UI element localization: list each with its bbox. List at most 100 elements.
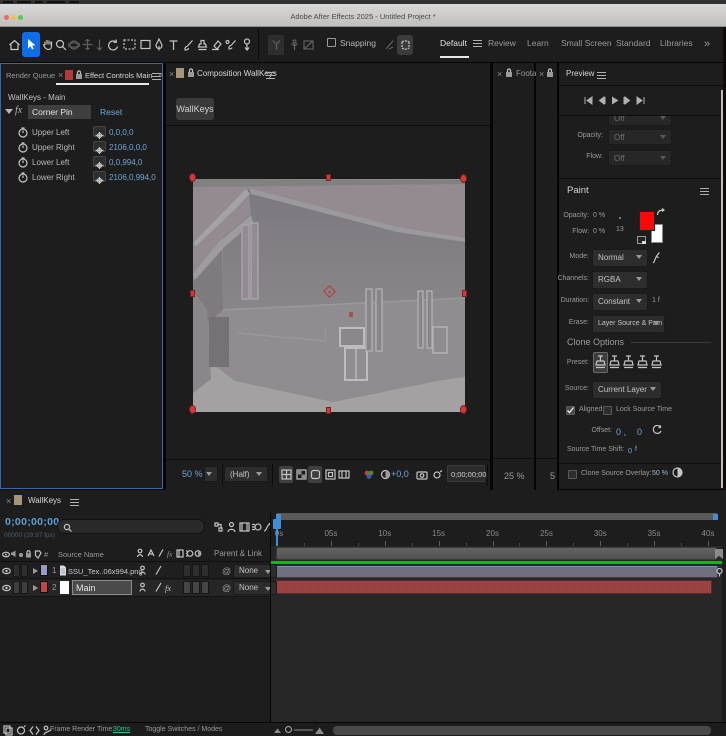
source-name-column[interactable]: Source Name (58, 550, 104, 559)
composition-viewer[interactable] (166, 125, 490, 459)
layer-color-swatch[interactable] (40, 581, 48, 593)
layer-bar-1[interactable] (276, 566, 718, 578)
zoom-out-mountain-icon[interactable] (273, 727, 282, 734)
brush-dynamics-cut-dropdown[interactable]: Off (608, 116, 672, 126)
tab-effect-controls[interactable]: Effect Controls Main (85, 71, 152, 80)
selection-tool[interactable] (22, 32, 40, 57)
paint-mode-dropdown[interactable]: Normal (592, 249, 648, 267)
edge-handle-right[interactable] (462, 290, 467, 297)
workspace-menu-icon[interactable] (473, 40, 482, 47)
offset-y-value[interactable]: 0 (637, 427, 642, 437)
mask-visibility-icon[interactable] (397, 35, 413, 55)
panel-menu-icon[interactable] (597, 72, 606, 79)
layer-name-field[interactable]: Main (72, 580, 132, 595)
paint-opacity-value[interactable]: 0 % (593, 212, 605, 219)
layer-expander-icon[interactable] (33, 585, 38, 591)
rotation-tool[interactable] (106, 32, 121, 57)
edge-handle-top[interactable] (326, 174, 331, 181)
effect-expander-icon[interactable] (5, 109, 13, 114)
play-button[interactable] (609, 94, 620, 106)
workspace-tab-standard[interactable]: Standard (616, 38, 651, 48)
camera-tool[interactable] (121, 32, 137, 57)
layer-quality-icon[interactable] (155, 565, 162, 576)
timeline-zoom-slider-knob[interactable] (285, 726, 292, 733)
exposure-reset-icon[interactable] (378, 466, 392, 483)
timeline-zoom-slider-track[interactable] (294, 729, 313, 731)
close-panel-icon[interactable]: × (169, 69, 174, 79)
close-panel-icon[interactable]: × (539, 69, 544, 79)
close-panel-icon[interactable]: × (6, 496, 11, 506)
panel-menu-icon[interactable] (700, 188, 709, 195)
crosshair-button[interactable] (93, 156, 106, 169)
property-value[interactable]: 2106,0,0,0 (109, 143, 147, 152)
more-workspaces-button[interactable]: » (704, 38, 710, 50)
snapping-checkbox[interactable] (327, 38, 336, 47)
render-queue-status-icon[interactable] (3, 725, 13, 736)
paint-duration-frames[interactable]: 1 f (652, 297, 660, 304)
rectangle-tool[interactable] (138, 32, 152, 57)
stopwatch-icon[interactable] (18, 172, 28, 183)
channels-icon[interactable] (362, 466, 376, 483)
paint-channels-dropdown[interactable]: RGBA (592, 271, 648, 289)
roto-brush-tool[interactable] (223, 32, 238, 57)
offset-x-value[interactable]: 0 , (616, 427, 626, 437)
workspace-tab-learn[interactable]: Learn (527, 38, 549, 48)
clone-preset-icon[interactable] (623, 354, 634, 370)
layer-row-2[interactable]: 2 Main fx @ None (0, 580, 277, 597)
zoom-dropdown-button[interactable] (204, 466, 218, 482)
swap-colors-icon[interactable] (656, 208, 666, 217)
clone-source-overlay-value[interactable]: 50 % (652, 470, 668, 477)
effect-name-box[interactable]: Corner Pin (28, 105, 91, 119)
panel-menu-icon[interactable] (70, 499, 79, 506)
timeline-horizontal-scrollbar[interactable] (333, 726, 711, 735)
corner-pin-handle-upper-left[interactable] (189, 173, 196, 182)
clone-preset-icon[interactable] (609, 354, 620, 370)
mask-visibility-icon[interactable] (308, 466, 322, 483)
clone-preset-icon[interactable] (651, 354, 662, 370)
workspace-tab-small-screen[interactable]: Small Screen (561, 38, 612, 48)
exposure-value[interactable]: +0,0 (391, 469, 409, 479)
effect-reset-button[interactable]: Reset (100, 107, 122, 117)
pixel-aspect-icon[interactable] (337, 466, 351, 483)
paint-duration-dropdown[interactable]: Constant (592, 293, 648, 311)
panel-menu-icon[interactable] (266, 72, 275, 79)
layer-row-1[interactable]: 1 SSU_Tex..06x994.png @ None (0, 563, 277, 579)
layer-shy-icon[interactable] (138, 565, 147, 576)
lock-source-time-checkbox[interactable] (603, 406, 612, 415)
eyedropper-icon[interactable] (652, 251, 661, 264)
flow-dynamics-dropdown[interactable]: Off (608, 150, 672, 166)
pen-tool[interactable] (152, 32, 166, 57)
toggle-switches-modes-button[interactable]: Toggle Switches / Modes (145, 726, 222, 733)
property-value[interactable]: 0,0,0,0 (109, 128, 133, 137)
close-panel-icon[interactable]: × (497, 69, 502, 79)
workspace-tab-libraries[interactable]: Libraries (660, 38, 693, 48)
dolly-camera-tool[interactable] (93, 32, 106, 57)
time-navigator-bar[interactable] (276, 513, 718, 520)
pin-icon[interactable] (715, 567, 724, 577)
layer-bar-2[interactable] (276, 580, 712, 594)
pickwhip-icon[interactable]: @ (222, 583, 231, 593)
overlay-mode-icon[interactable] (672, 467, 683, 478)
crosshair-button[interactable] (93, 171, 106, 184)
expressions-status-icon[interactable] (29, 725, 40, 736)
workspace-tab-default[interactable]: Default (440, 38, 467, 48)
snapshot-icon[interactable] (415, 466, 429, 483)
comp-timecode[interactable]: 0;00;00;00 (447, 465, 486, 482)
layer-shy-icon[interactable] (138, 582, 147, 593)
pen-person-icon[interactable] (381, 35, 397, 55)
home-tool[interactable] (5, 32, 23, 57)
orbit-camera-tool[interactable] (66, 32, 81, 57)
default-colors-icon[interactable] (637, 236, 646, 244)
last-frame-button[interactable] (635, 94, 646, 106)
clone-source-dropdown[interactable]: Current Layer (592, 381, 662, 399)
work-area-bar[interactable] (276, 547, 717, 560)
corner-pin-handle-lower-right[interactable] (460, 405, 467, 414)
transparency-grid-icon[interactable] (294, 466, 308, 483)
opacity-dynamics-dropdown[interactable]: Off (608, 129, 672, 145)
zoom-level-value[interactable]: 50 % (182, 469, 203, 479)
property-value[interactable]: 2106,0,994,0 (109, 173, 156, 182)
crosshair-button[interactable] (93, 126, 106, 139)
axis-mode-view-icon[interactable] (301, 35, 317, 55)
zoom-in-mountain-icon[interactable] (314, 726, 325, 735)
pickwhip-icon[interactable]: @ (222, 566, 231, 576)
